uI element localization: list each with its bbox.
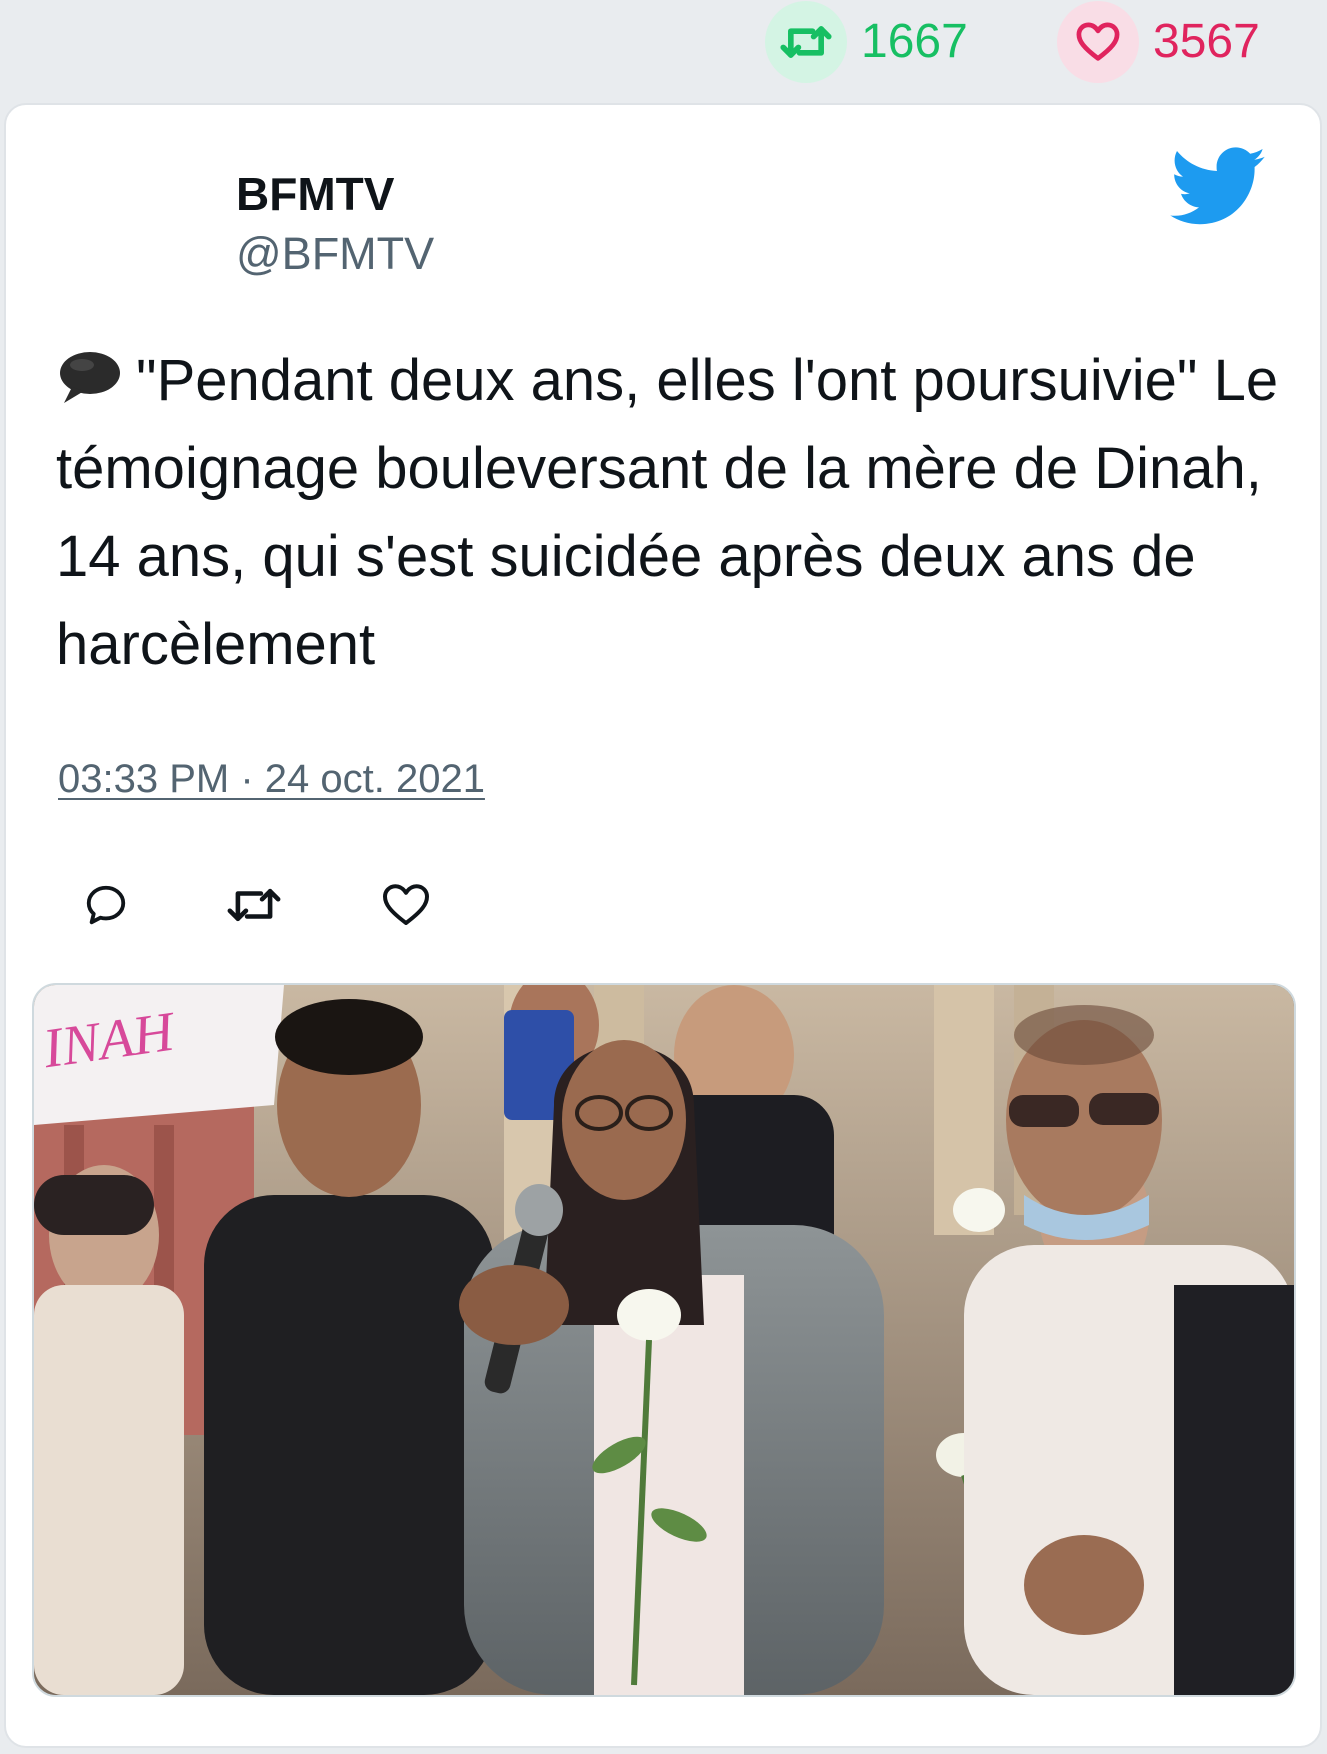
twitter-logo-icon[interactable]: [1170, 147, 1268, 227]
like-button[interactable]: [376, 875, 436, 935]
retweet-icon[interactable]: [765, 1, 847, 83]
tweet-text: "Pendant deux ans, elles l'ont poursuivi…: [56, 337, 1296, 689]
retweet-count: 1667: [861, 15, 968, 68]
author-name[interactable]: BFMTV: [236, 167, 394, 222]
tweet-card: BFMTV @BFMTV "Pendant deux ans, elles l'…: [4, 103, 1322, 1748]
heart-icon: [383, 884, 429, 925]
retweet-stat[interactable]: 1667: [765, 1, 968, 83]
heart-icon[interactable]: [1057, 1, 1139, 83]
like-count: 3567: [1153, 15, 1260, 68]
reply-button[interactable]: [76, 875, 136, 935]
tweet-stats-bar: 1667 3567: [0, 0, 1327, 100]
tweet-media-photo[interactable]: INAH: [32, 983, 1296, 1697]
retweet-button[interactable]: [224, 875, 284, 935]
speech-balloon-icon: [60, 351, 120, 403]
retweet-icon: [227, 888, 281, 922]
tweet-text-body: "Pendant deux ans, elles l'ont poursuivi…: [56, 348, 1279, 677]
tweet-actions: [76, 875, 436, 935]
photo-image: INAH: [34, 985, 1294, 1695]
reply-icon: [86, 885, 126, 925]
tweet-timestamp-link[interactable]: 03:33 PM · 24 oct. 2021: [58, 757, 485, 802]
author-handle[interactable]: @BFMTV: [236, 227, 434, 281]
like-stat[interactable]: 3567: [1057, 1, 1260, 83]
